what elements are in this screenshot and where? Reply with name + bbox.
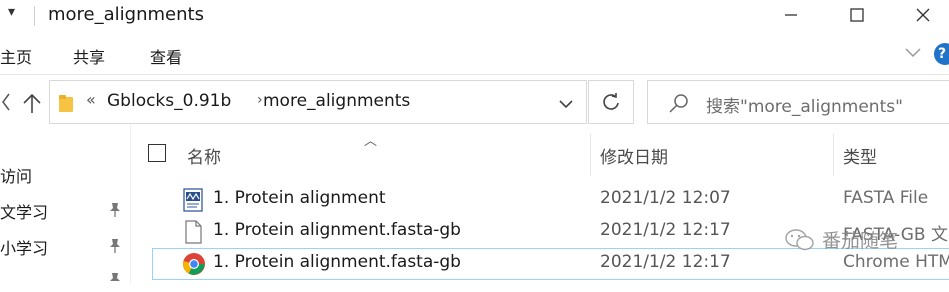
nav-item-quick-access[interactable]: 访问 [0, 163, 32, 187]
tab-share[interactable]: 共享 [73, 44, 105, 68]
minimize-button[interactable] [768, 0, 814, 30]
chevron-down-icon [559, 100, 573, 109]
fasta-file-icon [182, 188, 204, 216]
breadcrumb-gblocks[interactable]: Gblocks_0.91b [107, 91, 231, 111]
wechat-icon [785, 228, 814, 250]
nav-item-folder-2[interactable]: 小学习 [0, 235, 48, 259]
search-placeholder: 搜索"more_alignments" [706, 97, 903, 117]
file-name: 1. Protein alignment.fasta-gb [213, 220, 461, 240]
maximize-button[interactable] [834, 0, 880, 30]
maximize-icon [850, 8, 864, 22]
file-type: FASTA File [843, 188, 929, 208]
column-separator[interactable] [590, 134, 591, 176]
nav-item-folder-1[interactable]: 文学习 [0, 199, 48, 223]
breadcrumb-overflow[interactable]: « [86, 90, 96, 109]
watermark: 番茄随笔 [784, 226, 898, 253]
column-header-date[interactable]: 修改日期 [600, 143, 668, 168]
file-row[interactable]: 1. Protein alignment 2021/1/2 12:07 FAST… [152, 184, 949, 216]
minimize-icon [785, 14, 797, 16]
close-icon [916, 8, 930, 22]
search-icon [668, 93, 690, 117]
back-button[interactable] [0, 92, 12, 116]
arrow-up-icon [23, 93, 41, 113]
column-separator[interactable] [833, 134, 834, 176]
watermark-text: 番茄随笔 [822, 230, 899, 252]
chrome-icon [182, 252, 206, 280]
close-button[interactable] [900, 0, 946, 30]
chevron-down-icon [905, 48, 921, 58]
sort-ascending-icon: ︿ [364, 134, 378, 149]
pin-icon[interactable] [108, 238, 122, 258]
ribbon-divider [0, 74, 949, 75]
breadcrumb-current[interactable]: more_alignments [263, 91, 410, 111]
pane-divider [130, 124, 131, 284]
column-header-type[interactable]: 类型 [843, 143, 877, 168]
tab-view[interactable]: 查看 [150, 44, 182, 68]
folder-icon [58, 93, 74, 117]
ribbon-expand-button[interactable] [904, 44, 922, 63]
file-name: 1. Protein alignment.fasta-gb [213, 252, 461, 272]
pin-icon[interactable] [108, 202, 122, 222]
file-date: 2021/1/2 12:07 [600, 188, 731, 208]
help-icon[interactable]: ? [934, 43, 949, 65]
refresh-button[interactable] [588, 80, 634, 124]
blank-file-icon [182, 220, 204, 248]
title-separator [34, 6, 35, 26]
search-input[interactable]: 搜索"more_alignments" [647, 80, 949, 124]
breadcrumb-separator-icon[interactable]: › [257, 92, 263, 108]
file-name: 1. Protein alignment [213, 188, 386, 208]
column-header-name[interactable]: 名称 [187, 143, 221, 168]
address-dropdown-button[interactable] [558, 95, 574, 114]
arrow-left-icon [2, 93, 10, 111]
file-date: 2021/1/2 12:17 [600, 220, 731, 240]
pin-icon[interactable] [108, 272, 122, 292]
up-button[interactable] [22, 92, 42, 118]
quick-access-chevron-icon[interactable]: ▾ [8, 4, 15, 20]
window-title: more_alignments [48, 4, 204, 25]
file-type: Chrome HTM [843, 252, 949, 272]
address-bar[interactable]: « Gblocks_0.91b › more_alignments [49, 80, 587, 124]
file-date: 2021/1/2 12:17 [600, 252, 731, 272]
refresh-icon [603, 93, 619, 110]
select-all-checkbox[interactable] [148, 144, 166, 162]
tab-home[interactable]: 主页 [0, 44, 32, 68]
